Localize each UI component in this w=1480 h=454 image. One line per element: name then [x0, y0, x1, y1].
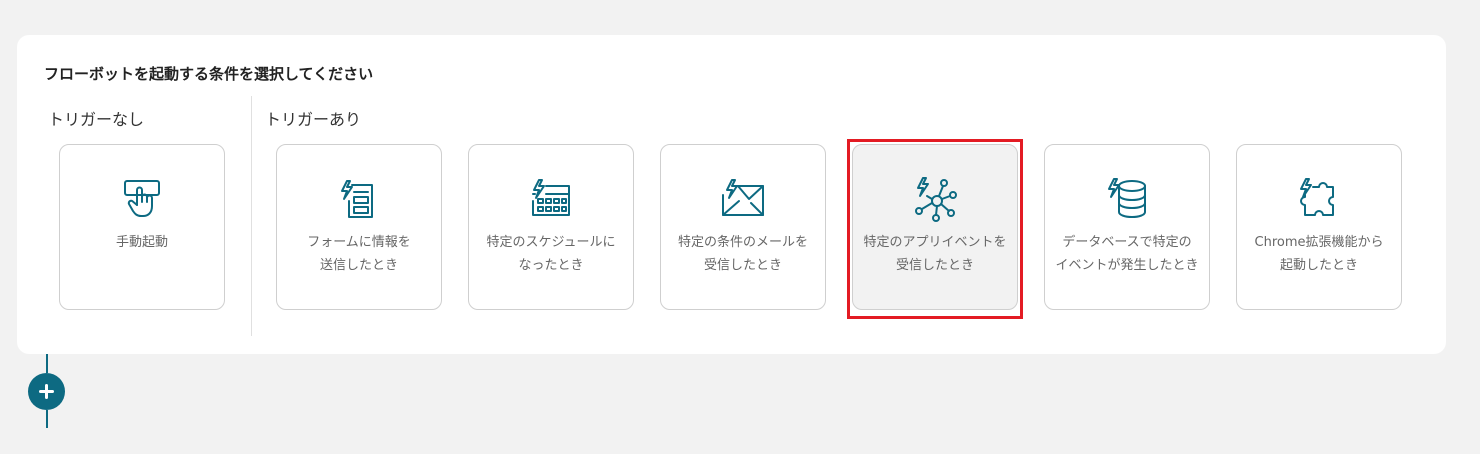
- plus-icon: [39, 384, 54, 399]
- panel-heading: フローボットを起動する条件を選択してください: [44, 65, 374, 83]
- puzzle-trigger-icon: [1295, 175, 1343, 223]
- card-manual-start[interactable]: 手動起動: [59, 144, 225, 310]
- manual-tap-icon: [118, 175, 166, 223]
- card-label: 特定のスケジュールに なったとき: [486, 235, 616, 273]
- card-label: Chrome拡張機能から 起動したとき: [1254, 235, 1384, 273]
- card-form-submission[interactable]: フォームに情報を 送信したとき: [276, 144, 442, 310]
- database-trigger-icon: [1103, 175, 1151, 223]
- calendar-trigger-icon: [527, 175, 575, 223]
- card-label: 特定の条件のメールを 受信したとき: [677, 235, 808, 273]
- section-label-with-trigger: トリガーあり: [265, 110, 362, 129]
- card-database-event[interactable]: データベースで特定の イベントが発生したとき: [1044, 144, 1210, 310]
- card-schedule[interactable]: 特定のスケジュールに なったとき: [468, 144, 634, 310]
- card-label: データベースで特定の イベントが発生したとき: [1055, 235, 1199, 273]
- card-label: フォームに情報を 送信したとき: [307, 235, 411, 273]
- selected-card-highlight: [847, 139, 1023, 319]
- add-step-button[interactable]: [28, 373, 65, 410]
- card-mail-received[interactable]: 特定の条件のメールを 受信したとき: [660, 144, 826, 310]
- flow-connector-bottom: [46, 410, 48, 428]
- mail-trigger-icon: [719, 175, 767, 223]
- section-label-no-trigger: トリガーなし: [48, 110, 145, 129]
- section-divider: [251, 96, 252, 336]
- form-trigger-icon: [335, 175, 383, 223]
- card-chrome-extension[interactable]: Chrome拡張機能から 起動したとき: [1236, 144, 1402, 310]
- card-label: 手動起動: [115, 235, 168, 250]
- flow-connector-top: [46, 354, 48, 373]
